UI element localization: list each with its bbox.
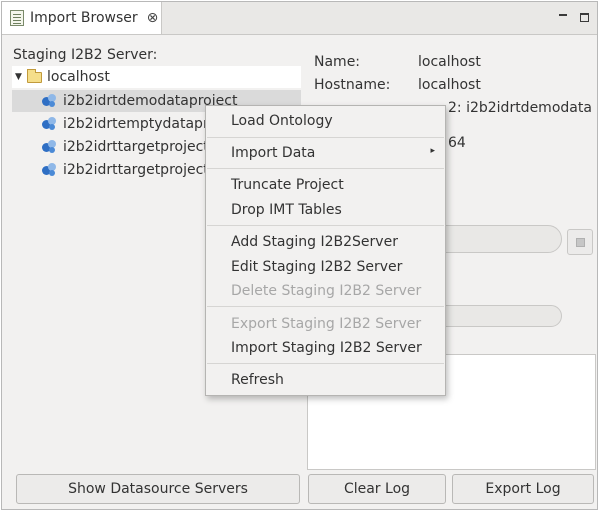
tab-close-icon[interactable]: ⊗ [147, 10, 159, 26]
submenu-arrow-icon: ▸ [430, 146, 435, 156]
export-log-button[interactable]: Export Log [452, 474, 594, 504]
clear-log-button[interactable]: Clear Log [308, 474, 446, 504]
menu-item-refresh[interactable]: Refresh [206, 368, 445, 392]
project-value-partial: 2: i2b2idrtdemodata [448, 100, 592, 116]
staging-server-label: Staging I2B2 Server: [13, 47, 158, 63]
project-label: i2b2idrttargetproject [63, 139, 209, 155]
menu-item-import-data[interactable]: Import Data ▸ [206, 141, 445, 165]
tab-import-browser[interactable]: Import Browser ⊗ [2, 2, 162, 34]
menu-separator [207, 137, 444, 138]
name-label: Name: [314, 54, 361, 70]
minimize-icon [559, 14, 567, 16]
menu-item-import-staging-server[interactable]: Import Staging I2B2 Server [206, 336, 445, 360]
menu-separator [207, 363, 444, 364]
menu-item-truncate-project[interactable]: Truncate Project [206, 173, 445, 197]
show-datasource-servers-button[interactable]: Show Datasource Servers [16, 474, 300, 504]
project-icon [42, 117, 58, 131]
menu-separator [207, 168, 444, 169]
menu-separator [207, 306, 444, 307]
minimize-button[interactable] [554, 8, 572, 26]
stop-button[interactable] [567, 229, 593, 255]
hostname-label: Hostname: [314, 77, 391, 93]
import-browser-icon [10, 10, 24, 26]
hostname-value: localhost [418, 77, 481, 93]
maximize-icon [579, 12, 589, 22]
menu-item-export-staging-server: Export Staging I2B2 Server [231, 316, 422, 332]
tab-title: Import Browser [30, 10, 138, 26]
import-browser-view: Import Browser ⊗ Staging I2B2 Server: ▼ … [1, 1, 598, 510]
menu-item-edit-staging-server[interactable]: Edit Staging I2B2 Server [206, 255, 445, 279]
folder-icon [27, 68, 42, 83]
project-icon [42, 163, 58, 177]
tree-root-label: localhost [47, 69, 110, 85]
view-tab-bar: Import Browser ⊗ [2, 2, 597, 35]
context-menu: Load Ontology Import Data ▸ Truncate Pro… [205, 105, 446, 396]
menu-item-drop-imt-tables[interactable]: Drop IMT Tables [206, 198, 445, 222]
tree-root-localhost[interactable]: ▼ localhost [12, 66, 301, 88]
project-label: i2b2idrttargetproject [63, 162, 209, 178]
tree-expand-icon[interactable]: ▼ [15, 72, 27, 82]
port-value-partial: 64 [448, 135, 466, 151]
name-value: localhost [418, 54, 481, 70]
menu-item-load-ontology[interactable]: Load Ontology [206, 109, 445, 133]
menu-item-import-data-label: Import Data [231, 145, 316, 161]
project-icon [42, 140, 58, 154]
menu-item-delete-staging-server: Delete Staging I2B2 Server [231, 283, 422, 299]
maximize-button[interactable] [575, 8, 593, 26]
menu-separator [207, 225, 444, 226]
project-icon [42, 94, 58, 108]
stop-icon [575, 237, 585, 247]
menu-item-add-staging-server[interactable]: Add Staging I2B2Server [206, 230, 445, 254]
